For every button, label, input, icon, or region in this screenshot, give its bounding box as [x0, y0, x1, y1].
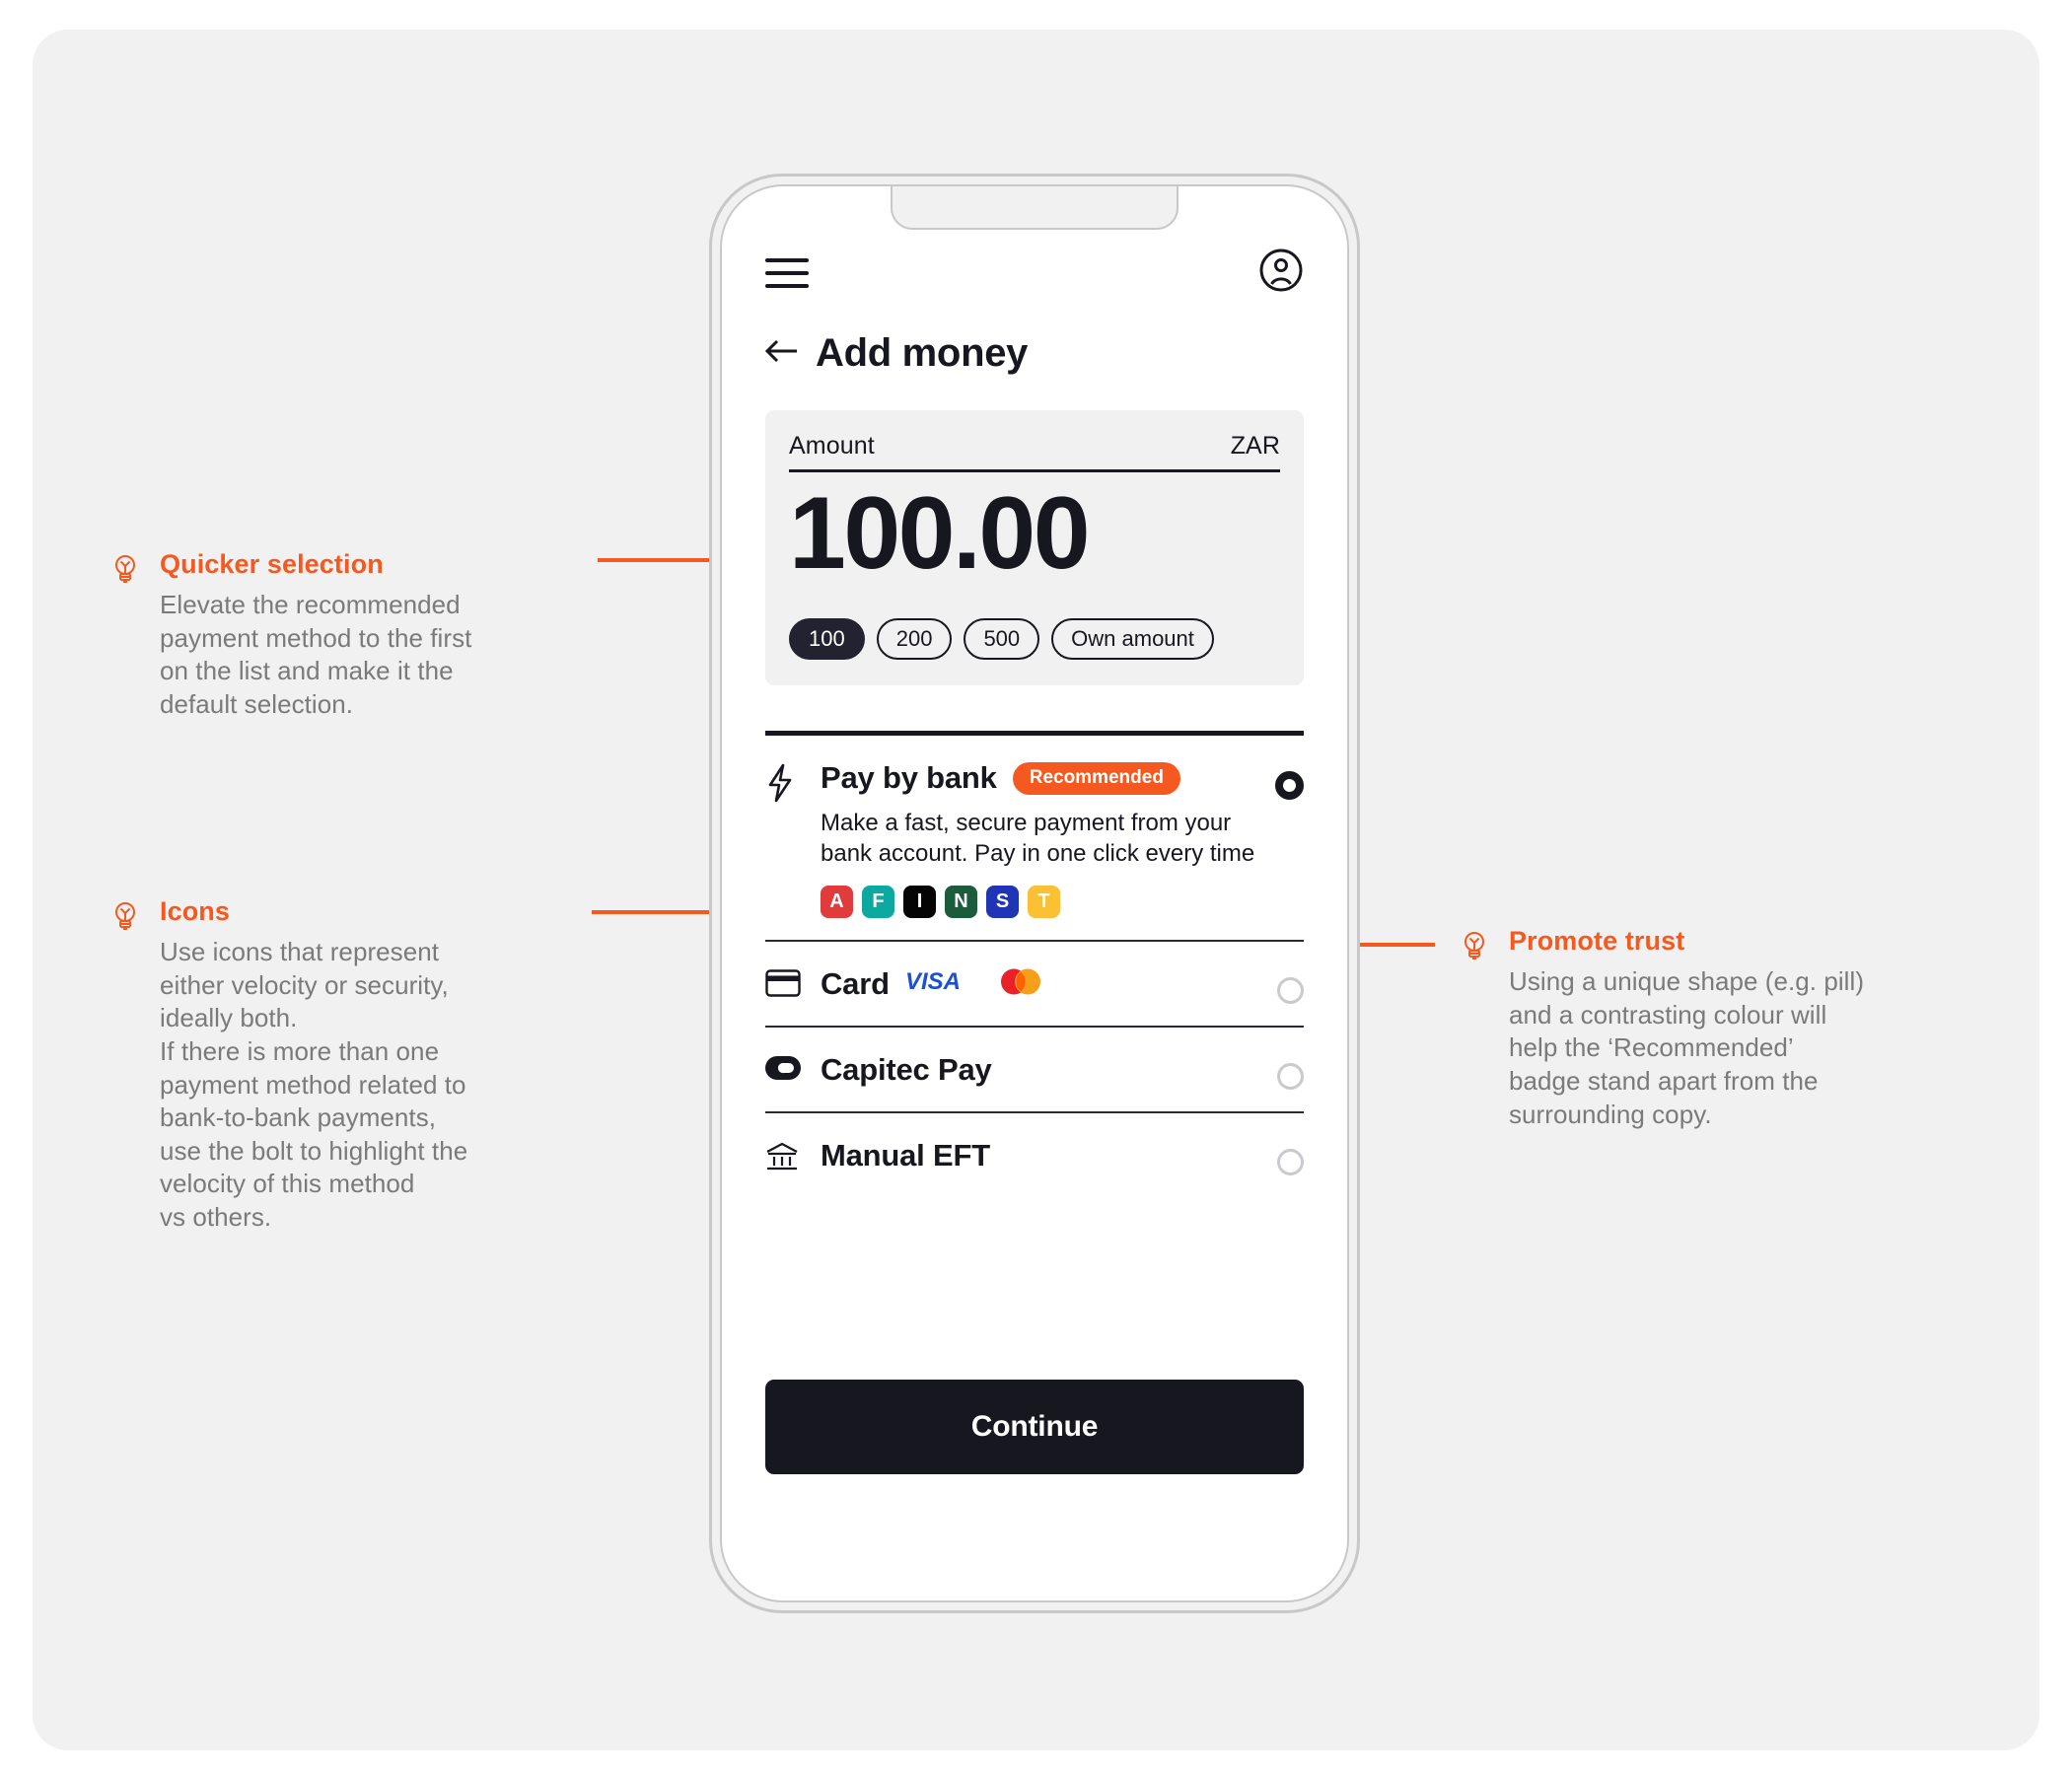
amount-underline	[789, 469, 1280, 472]
radio-manual-eft[interactable]	[1277, 1148, 1304, 1175]
quick-amount-chip-500[interactable]: 500	[964, 618, 1040, 661]
payment-method-capitec-pay[interactable]: Capitec Pay	[765, 1028, 1304, 1111]
payment-method-title: Manual EFT	[821, 1137, 990, 1172]
quick-amount-chip-own[interactable]: Own amount	[1051, 618, 1214, 661]
radio-card[interactable]	[1277, 976, 1304, 1004]
payment-method-card[interactable]: Card VISA	[765, 942, 1304, 1026]
quick-amount-chips: 100 200 500 Own amount	[789, 618, 1280, 661]
annotation-icons: Icons Use icons that represent either ve…	[108, 895, 533, 1234]
amount-label: Amount	[789, 432, 875, 460]
svg-text:VISA: VISA	[905, 968, 961, 994]
bank-logo-t: T	[1028, 885, 1060, 918]
payment-method-pay-by-bank[interactable]: Pay by bank Recommended Make a fast, sec…	[765, 736, 1304, 939]
currency-label: ZAR	[1230, 432, 1280, 460]
annotation-text: Use icons that represent either velocity…	[160, 937, 468, 1232]
annotation-title: Promote trust	[1509, 926, 1685, 956]
annotation-text: Elevate the recommended payment method t…	[160, 590, 472, 719]
arrow-left-icon[interactable]	[764, 336, 799, 371]
payment-method-title: Capitec Pay	[821, 1051, 992, 1087]
mastercard-logo-icon	[1000, 968, 1041, 1000]
bank-logo-s: S	[986, 885, 1019, 918]
account-circle-icon[interactable]	[1258, 248, 1304, 298]
lightbulb-icon	[108, 899, 142, 933]
bank-icon	[765, 1141, 807, 1172]
page-header: Add money	[764, 331, 1304, 375]
amount-card: Amount ZAR 100.00 100 200 500 Own amount	[765, 410, 1304, 686]
bank-logo-n: N	[945, 885, 977, 918]
page-title: Add money	[816, 331, 1029, 375]
payment-method-title: Pay by bank	[821, 760, 997, 796]
annotation-title: Quicker selection	[160, 549, 384, 579]
phone-mockup: Add money Amount ZAR 100.00 100 200 500 …	[709, 174, 1360, 1613]
page-root: Quicker selection Elevate the recommende…	[0, 0, 2072, 1776]
annotation-text: Using a unique shape (e.g. pill) and a c…	[1509, 966, 1865, 1129]
lightbulb-icon	[1458, 929, 1491, 962]
payment-method-description: Make a fast, secure payment from your ba…	[821, 809, 1255, 868]
visa-logo-icon: VISA	[905, 968, 984, 999]
radio-pay-by-bank[interactable]	[1275, 771, 1304, 801]
annotation-promote-trust: Promote trust Using a unique shape (e.g.…	[1458, 925, 1921, 1131]
hamburger-icon[interactable]	[765, 257, 809, 288]
payment-method-title: Card	[821, 965, 890, 1001]
amount-card-header: Amount ZAR	[789, 432, 1280, 461]
bank-logo-a: A	[821, 885, 853, 918]
annotation-quicker-selection: Quicker selection Elevate the recommende…	[108, 548, 533, 722]
amount-value[interactable]: 100.00	[789, 476, 1280, 591]
bolt-icon	[765, 763, 807, 803]
annotation-title: Icons	[160, 896, 231, 926]
bank-logo-f: F	[862, 885, 894, 918]
continue-button[interactable]: Continue	[765, 1380, 1304, 1474]
radio-capitec-pay[interactable]	[1277, 1062, 1304, 1090]
bank-logo-row: A F I N S T	[821, 885, 1275, 918]
lightbulb-icon	[108, 552, 142, 586]
recommended-badge: Recommended	[1012, 762, 1180, 795]
quick-amount-chip-100[interactable]: 100	[789, 618, 865, 661]
continue-button-wrap: Continue	[765, 1380, 1304, 1474]
app-topbar	[765, 248, 1304, 298]
bank-logo-i: I	[903, 885, 936, 918]
credit-card-icon	[765, 969, 807, 997]
capitec-icon	[765, 1055, 807, 1081]
phone-screen: Add money Amount ZAR 100.00 100 200 500 …	[720, 184, 1349, 1602]
payment-method-list: Pay by bank Recommended Make a fast, sec…	[765, 731, 1304, 1196]
quick-amount-chip-200[interactable]: 200	[876, 618, 953, 661]
payment-method-manual-eft[interactable]: Manual EFT	[765, 1113, 1304, 1197]
